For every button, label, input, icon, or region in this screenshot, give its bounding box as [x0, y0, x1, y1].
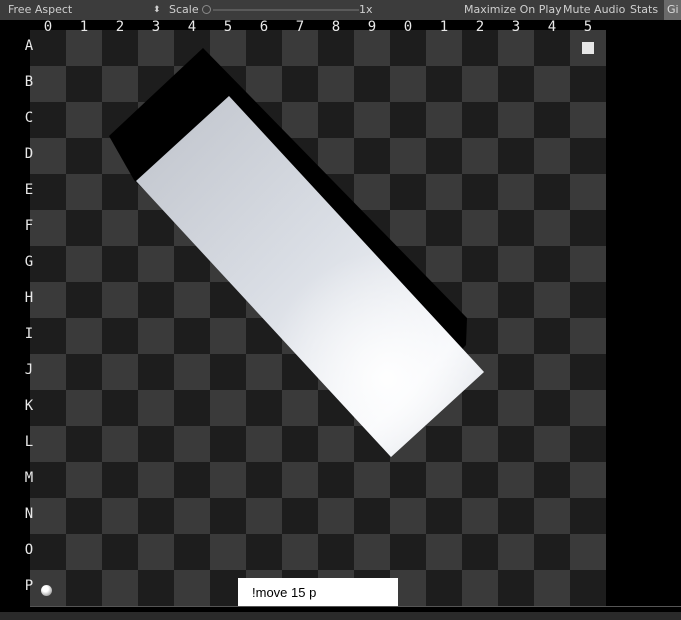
piece-top-face-highlight: [136, 96, 484, 457]
divider: [30, 606, 681, 607]
cursor-ball-icon: [41, 585, 52, 596]
command-input[interactable]: [238, 578, 398, 606]
game-piece[interactable]: [0, 0, 681, 620]
bottom-status-bar: [0, 612, 681, 620]
